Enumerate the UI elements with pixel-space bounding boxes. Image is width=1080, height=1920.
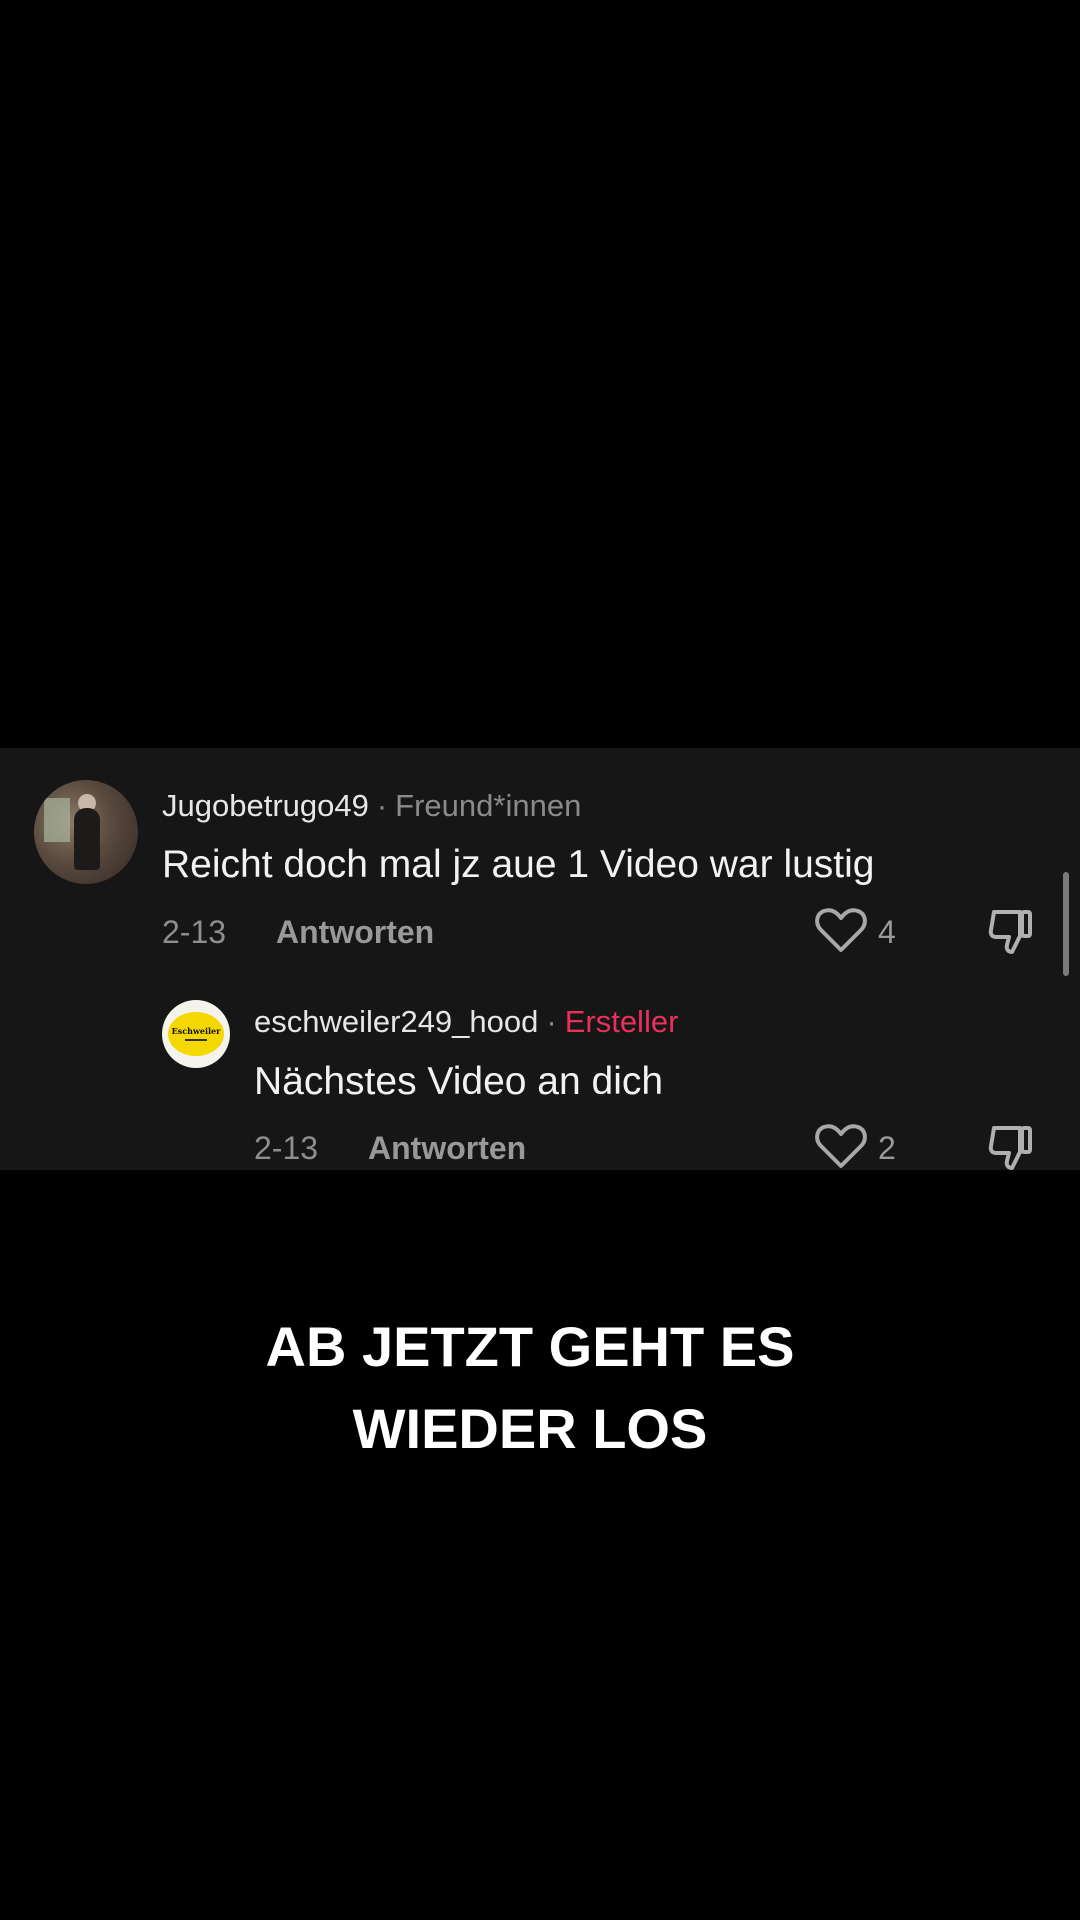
comment-meta: Jugobetrugo49 · Freund*innen — [162, 788, 581, 824]
comment-date: 2-13 — [254, 1130, 319, 1166]
heart-outline-icon[interactable] — [814, 1122, 868, 1170]
thumbs-down-outline-icon[interactable] — [986, 1122, 1036, 1170]
caption-line: AB JETZT GEHT ES — [265, 1315, 795, 1378]
reply-button[interactable]: Antworten — [276, 914, 434, 951]
logo-text: Eschweiler — [171, 1026, 221, 1036]
avatar-photo-background — [44, 798, 70, 842]
scrollbar[interactable] — [1063, 872, 1069, 976]
comment-panel: Jugobetrugo49 · Freund*innen Reicht doch m… — [0, 748, 1080, 1170]
video-caption: AB JETZT GEHT ES WIEDER LOS — [0, 1306, 1060, 1470]
creator-tag: Ersteller — [564, 1004, 679, 1039]
caption-line: WIEDER LOS — [352, 1397, 708, 1460]
eschweiler-logo: Eschweiler — [168, 1012, 224, 1056]
heart-outline-icon[interactable] — [814, 906, 868, 954]
like-count: 2 — [878, 1130, 896, 1166]
separator-dot: · — [546, 1004, 557, 1039]
like-count: 4 — [878, 914, 896, 950]
reply-button[interactable]: Antworten — [368, 1130, 526, 1167]
comment-date: 2-13 — [162, 914, 227, 950]
logo-underline — [185, 1039, 207, 1041]
comment-item: Jugobetrugo49 · Freund*innen Reicht doch m… — [0, 748, 1080, 968]
comment-meta: eschweiler249_hood · Ersteller — [254, 1004, 678, 1040]
comment-text: Nächstes Video an dich — [254, 1060, 664, 1103]
separator-dot: · — [376, 788, 388, 823]
comment-username[interactable]: eschweiler249_hood — [254, 1004, 538, 1039]
comment-username[interactable]: Jugobetrugo49 — [162, 788, 369, 823]
comment-text: Reicht doch mal jz aue 1 Video war lusti… — [162, 843, 875, 886]
avatar-photo-figure — [74, 808, 100, 870]
thumbs-down-outline-icon[interactable] — [986, 906, 1036, 956]
friend-tag: Freund*innen — [395, 788, 582, 823]
comment-reply-item: Eschweiler eschweiler249_hood · Ersteller … — [0, 968, 1080, 1170]
avatar[interactable]: Eschweiler — [162, 1000, 230, 1068]
avatar[interactable] — [34, 780, 138, 884]
